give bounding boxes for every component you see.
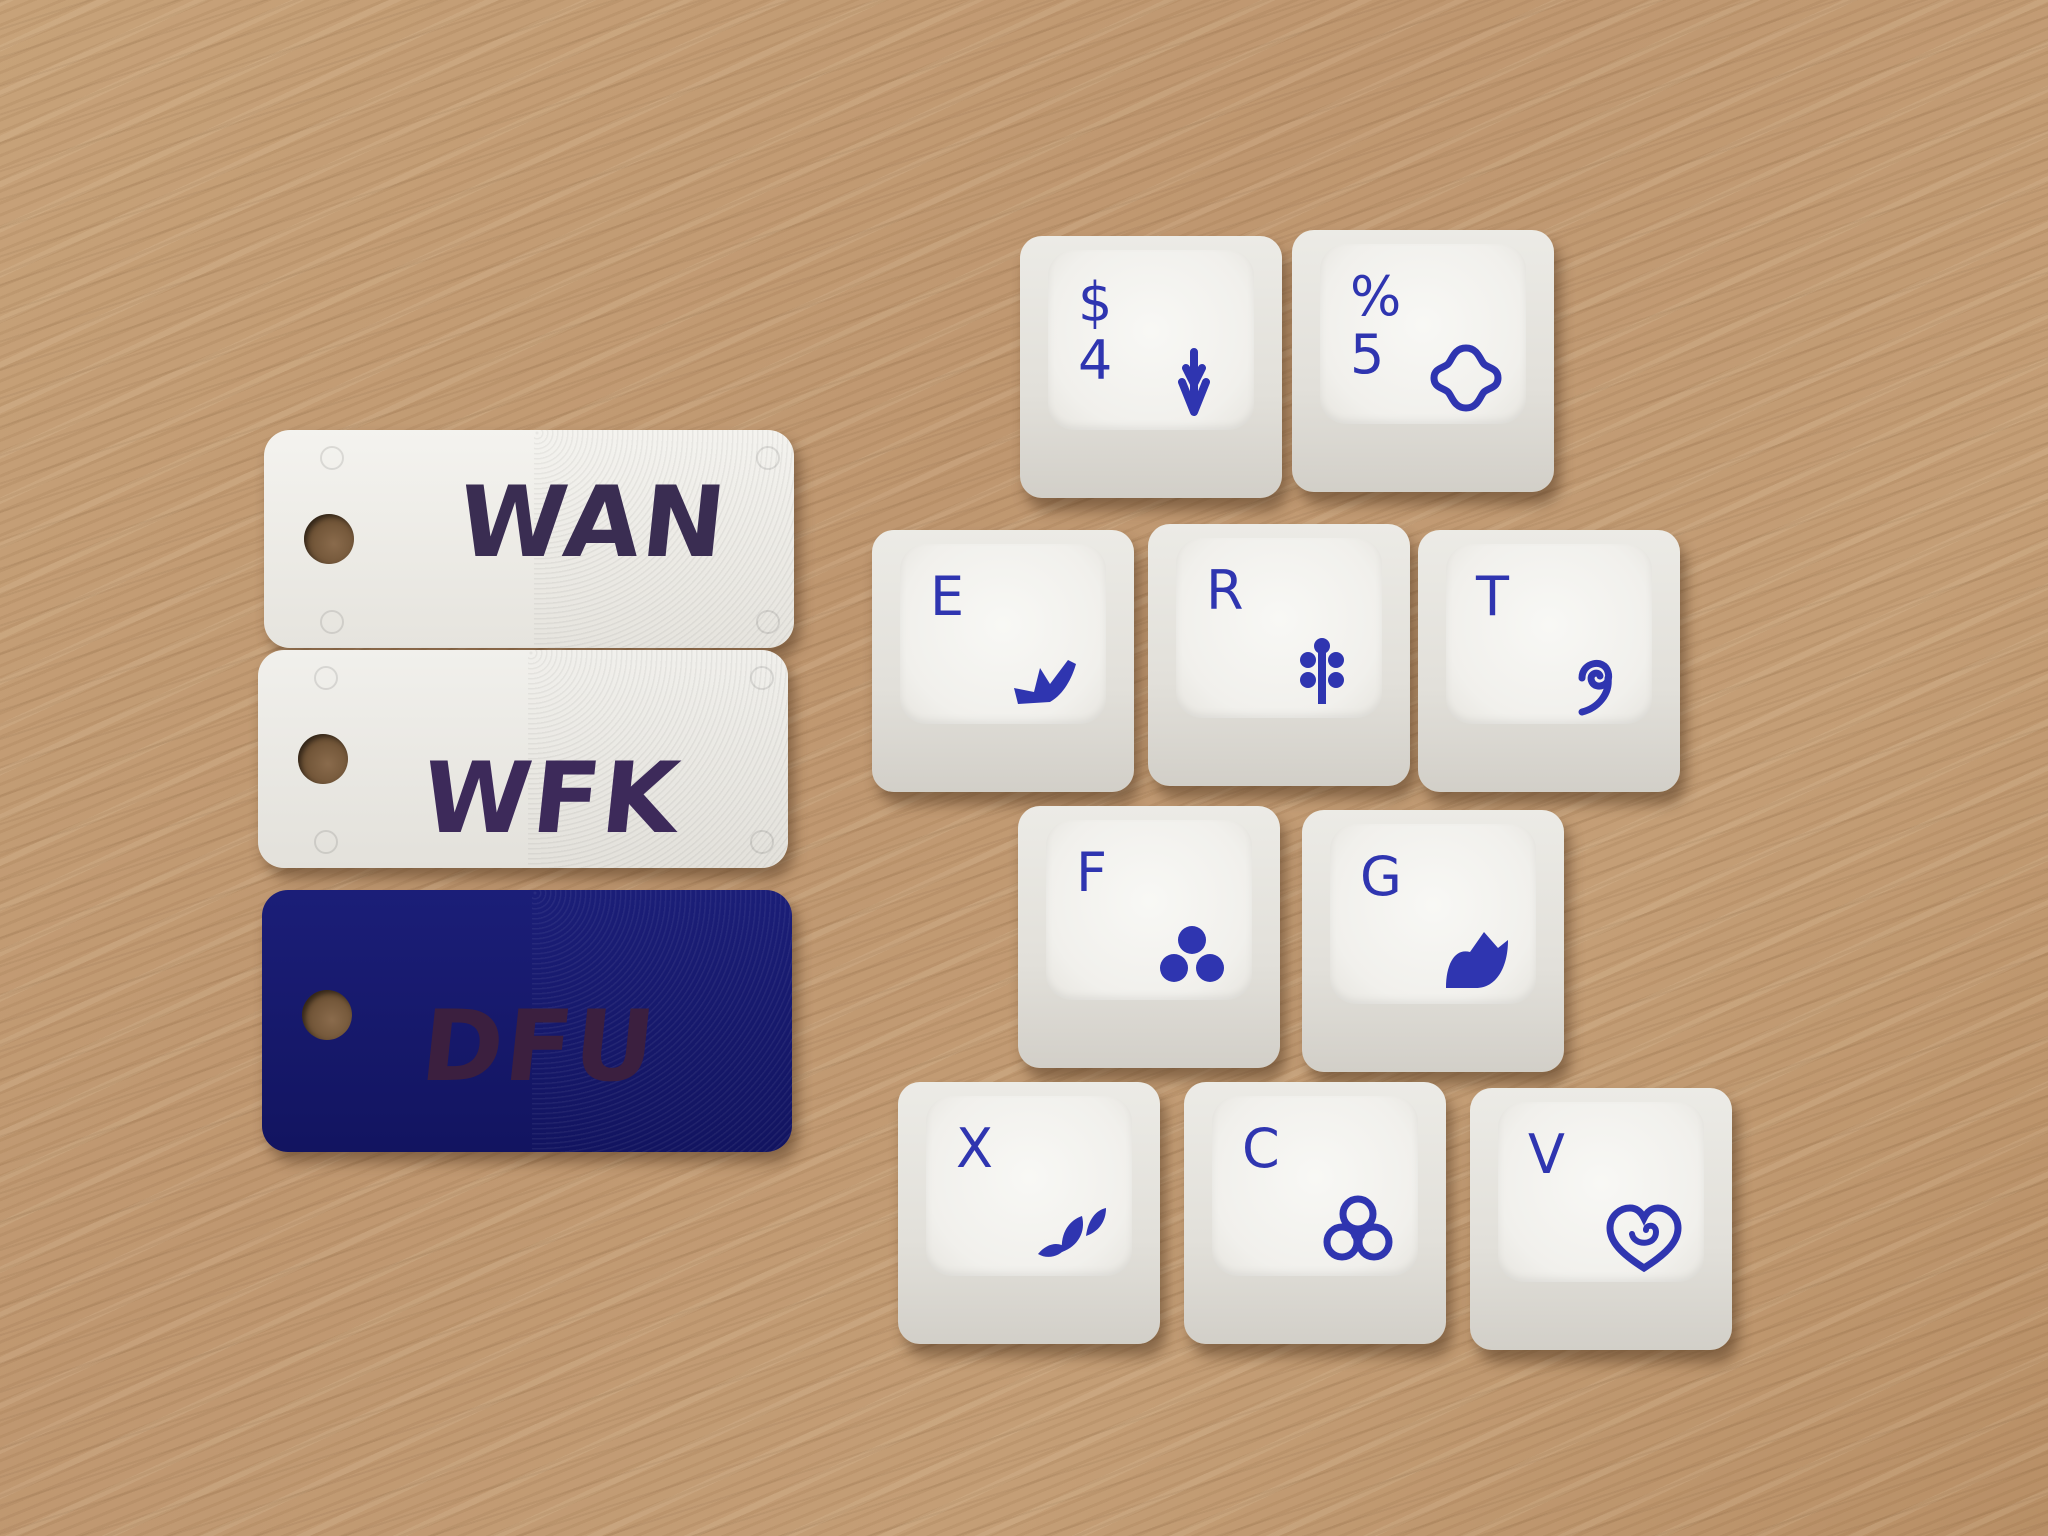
keycap-legend-secondary: 5 <box>1350 323 1385 386</box>
quatrefoil-icon <box>1430 344 1502 412</box>
tag-hole <box>298 734 348 784</box>
keycap-g: G <box>1302 810 1564 1072</box>
tag-dot <box>756 446 780 470</box>
keycap-r: R <box>1148 524 1410 786</box>
keycap-legend-primary: C <box>1242 1117 1280 1180</box>
keycap-v: V <box>1470 1088 1732 1350</box>
heart-swirl-icon <box>1606 1204 1682 1273</box>
tag-label: WAN <box>453 466 733 580</box>
keycap-5: % 5 <box>1292 230 1554 492</box>
arrow-sprout-icon <box>1178 348 1210 416</box>
tag-dot <box>756 610 780 634</box>
keycap-legend-primary: T <box>1476 565 1509 628</box>
sample-tag-white: WAN <box>264 430 794 648</box>
leaf-icon <box>1446 932 1508 988</box>
tag-hole <box>302 990 352 1040</box>
keycap-legend-primary: $ <box>1078 271 1113 334</box>
tag-dot <box>750 666 774 690</box>
keycap-legend-primary: F <box>1076 841 1108 904</box>
tag-hole <box>304 514 354 564</box>
keycap-legend-primary: R <box>1206 559 1244 622</box>
tag-label: DFU <box>416 990 662 1104</box>
tag-dot <box>314 830 338 854</box>
keycap-c: C <box>1184 1082 1446 1344</box>
tag-dot <box>320 446 344 470</box>
keycap-legend-primary: E <box>930 565 965 628</box>
keycap-legend-secondary: 4 <box>1078 329 1113 392</box>
sample-tag-white: WFK <box>258 650 788 868</box>
three-dots-icon <box>1160 926 1224 982</box>
keycap-f: F <box>1018 806 1280 1068</box>
keycap-legend-primary: % <box>1350 265 1402 328</box>
keycap-x: X <box>898 1082 1160 1344</box>
tag-dot <box>314 666 338 690</box>
keycap-legend-primary: X <box>956 1117 993 1180</box>
keycap-4: $ 4 <box>1020 236 1282 498</box>
flower-branch-icon <box>1300 638 1344 704</box>
keycap-legend-primary: G <box>1360 845 1402 908</box>
tag-dot <box>750 830 774 854</box>
keycap-legend-primary: V <box>1528 1123 1565 1186</box>
tulip-icon <box>1014 660 1076 704</box>
keycap-t: T <box>1418 530 1680 792</box>
keycap-e: E <box>872 530 1134 792</box>
sample-tag-navy: DFU <box>262 890 792 1152</box>
leaves-icon <box>1038 1208 1106 1257</box>
photo-scene: WAN WFK DFU $ 4 % 5 E R T F G X C V <box>0 0 2048 1536</box>
fern-curl-icon <box>1578 660 1613 716</box>
tag-dot <box>320 610 344 634</box>
trefoil-icon <box>1323 1195 1393 1261</box>
tag-label: WFK <box>417 742 686 856</box>
